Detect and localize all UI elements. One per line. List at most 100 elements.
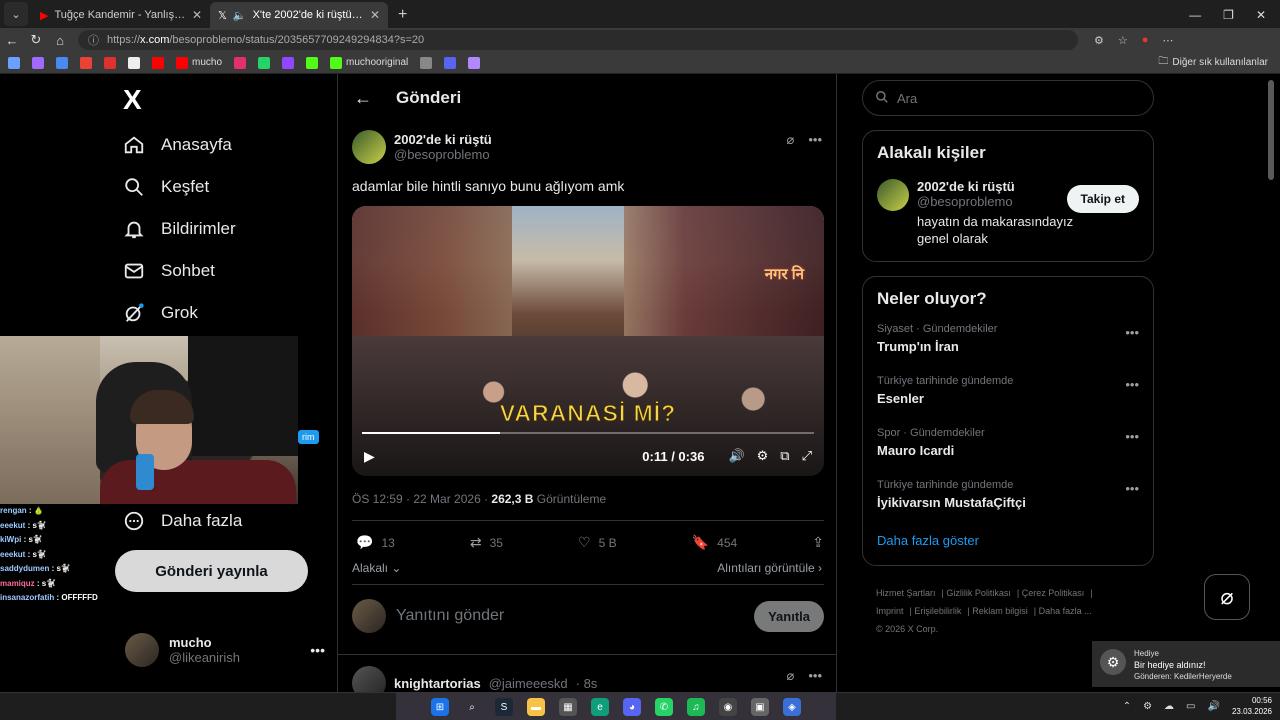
reload-button[interactable]: ↻ (24, 32, 48, 48)
more-icon[interactable]: ••• (1125, 429, 1139, 444)
reply-input[interactable]: Yanıtını gönder (396, 607, 744, 625)
volume-icon[interactable]: 🔊 (728, 448, 744, 464)
bookmark[interactable] (152, 56, 164, 69)
bookmark[interactable] (104, 56, 116, 69)
footer-link[interactable]: Reklam bilgisi (972, 606, 1028, 616)
tab-x[interactable]: 𝕏 🔈 X'te 2002'de ki rüştü: "adamla ✕ (210, 2, 388, 28)
tab-youtube[interactable]: ▶ Tuğçe Kandemir - Yanlış x Simge - ✕ (32, 2, 210, 28)
steam-icon[interactable]: S (495, 698, 513, 716)
post-button[interactable]: Gönderi yayınla (115, 550, 308, 592)
bookmark[interactable] (282, 56, 295, 69)
close-tab-icon[interactable]: ✕ (192, 8, 202, 22)
post-author[interactable]: 2002'de ki rüştü @besoproblemo (352, 130, 492, 164)
bookmark[interactable] (80, 56, 92, 69)
bookmark[interactable] (234, 56, 247, 69)
close-tab-icon[interactable]: ✕ (370, 8, 380, 22)
avatar[interactable] (877, 179, 909, 211)
footer-link[interactable]: Gizlilik Politikası (946, 588, 1011, 598)
grok-fab-button[interactable]: ⌀ (1204, 574, 1250, 620)
show-more-link[interactable]: Daha fazla göster (877, 533, 1139, 548)
bookmark[interactable] (128, 56, 140, 69)
account-switcher[interactable]: mucho @likeanirish ••• (125, 630, 325, 670)
bookmark[interactable] (468, 56, 481, 69)
back-button[interactable]: ← (0, 33, 24, 48)
network-icon[interactable]: ▭ (1186, 701, 1195, 712)
reply-author-handle[interactable]: @jaimeeeskd (489, 676, 568, 691)
video-player[interactable]: नगर नि VARANASİ Mİ? ▶ 0:11 / 0:36 🔊 ⚙ ⧉ … (352, 206, 824, 476)
author-handle[interactable]: @besoproblemo (394, 147, 492, 162)
nav-messages[interactable]: Sohbet (123, 260, 215, 282)
steam-tray-icon[interactable]: ⚙ (1143, 701, 1152, 712)
more-icon[interactable]: ••• (1125, 481, 1139, 496)
close-window-button[interactable]: ✕ (1256, 8, 1266, 22)
gift-notification[interactable]: ⚙ Hediye Bir hediye aldınız! Gönderen: K… (1092, 641, 1280, 687)
footer-link[interactable]: Hizmet Şartları (876, 588, 936, 598)
grok-icon[interactable]: ⌀ (787, 132, 795, 148)
extensions-icon[interactable]: ⚙ (1094, 34, 1104, 47)
repost-button[interactable]: ⇄ 35 (470, 534, 503, 551)
whatsapp-icon[interactable]: ✆ (655, 698, 673, 716)
chevron-up-icon[interactable]: ⌃ (1123, 701, 1131, 712)
obs-icon[interactable]: ◉ (719, 698, 737, 716)
spotify-icon[interactable]: ♫ (687, 698, 705, 716)
post-timestamp[interactable]: ÖS 12:59 · 22 Mar 2026 · (352, 492, 491, 506)
bookmark[interactable] (56, 56, 68, 69)
profile-icon[interactable]: ● (1142, 34, 1149, 47)
reply-button[interactable]: 💬 13 (356, 534, 395, 551)
nav-home[interactable]: Anasayfa (123, 134, 232, 156)
store-icon[interactable]: ▦ (559, 698, 577, 716)
bookmark[interactable] (420, 56, 433, 69)
back-arrow-icon[interactable]: ← (354, 88, 372, 109)
more-icon[interactable]: ••• (310, 642, 325, 658)
site-info-icon[interactable]: ⓘ (88, 32, 99, 48)
new-tab-button[interactable]: + (388, 6, 417, 28)
nav-grok[interactable]: Grok (123, 302, 198, 324)
edge-icon[interactable]: e (591, 698, 609, 716)
clock[interactable]: 00:56 23.03.2026 (1232, 695, 1272, 717)
home-button[interactable]: ⌂ (48, 33, 72, 48)
bookmark-button[interactable]: 🔖 454 (692, 534, 737, 551)
pip-icon[interactable]: ⧉ (780, 448, 789, 464)
author-name[interactable]: 2002'de ki rüştü (394, 132, 492, 147)
trend-item[interactable]: Türkiye tarihinde gündemde İyikivarsın M… (877, 479, 1139, 517)
footer-link[interactable]: Imprint (876, 606, 904, 616)
nav-explore[interactable]: Keşfet (123, 176, 209, 198)
minimize-button[interactable]: — (1189, 8, 1201, 22)
more-icon[interactable]: ••• (808, 132, 822, 148)
scrollbar[interactable] (1268, 80, 1274, 180)
app-icon[interactable]: ◈ (783, 698, 801, 716)
menu-icon[interactable]: ⋯ (1162, 34, 1173, 47)
bookmarks-folder[interactable]: 🗀 Diğer sık kullanılanlar (1158, 54, 1280, 71)
speaker-icon[interactable]: 🔈 (233, 9, 247, 22)
search-input[interactable]: Ara (862, 80, 1154, 116)
volume-icon[interactable]: 🔊 (1208, 701, 1220, 712)
nav-more[interactable]: Daha fazla (123, 510, 242, 532)
avatar[interactable] (352, 666, 386, 692)
bookmark[interactable] (306, 56, 319, 69)
bookmark[interactable] (32, 56, 44, 69)
view-quotes-link[interactable]: Alıntıları görüntüle › (717, 561, 822, 575)
reply-author-name[interactable]: knightartorias (394, 676, 481, 691)
address-bar[interactable]: ⓘ https://x.com/besoproblemo/status/2035… (78, 30, 1078, 50)
more-icon[interactable]: ••• (808, 668, 822, 684)
search-icon[interactable]: ⌕ (463, 698, 481, 716)
tab-list-button[interactable]: ⌄ (4, 2, 28, 26)
bookmark[interactable] (444, 56, 457, 69)
bookmark-mucho[interactable]: mucho (176, 56, 222, 69)
explorer-icon[interactable]: ▬ (527, 698, 545, 716)
share-button[interactable]: ⇪ (812, 534, 824, 551)
bookmark-muchooriginal[interactable]: muchooriginal (330, 56, 408, 69)
like-button[interactable]: ♡ 5 B (578, 534, 617, 551)
nav-notifications[interactable]: Bildirimler (123, 218, 236, 240)
footer-link[interactable]: Çerez Politikası (1022, 588, 1085, 598)
trend-item[interactable]: Spor · Gündemdekiler Mauro Icardi ••• (877, 427, 1139, 465)
footer-link[interactable]: Daha fazla ... (1039, 606, 1092, 616)
follow-button[interactable]: Takip et (1066, 185, 1139, 213)
play-icon[interactable]: ▶ (364, 448, 375, 465)
more-icon[interactable]: ••• (1125, 325, 1139, 340)
footer-link[interactable]: Erişilebilirlik (914, 606, 961, 616)
start-icon[interactable]: ⊞ (431, 698, 449, 716)
bookmark[interactable] (8, 56, 20, 69)
favorites-icon[interactable]: ☆ (1118, 34, 1128, 47)
fullscreen-icon[interactable]: ⤢ (802, 448, 812, 464)
